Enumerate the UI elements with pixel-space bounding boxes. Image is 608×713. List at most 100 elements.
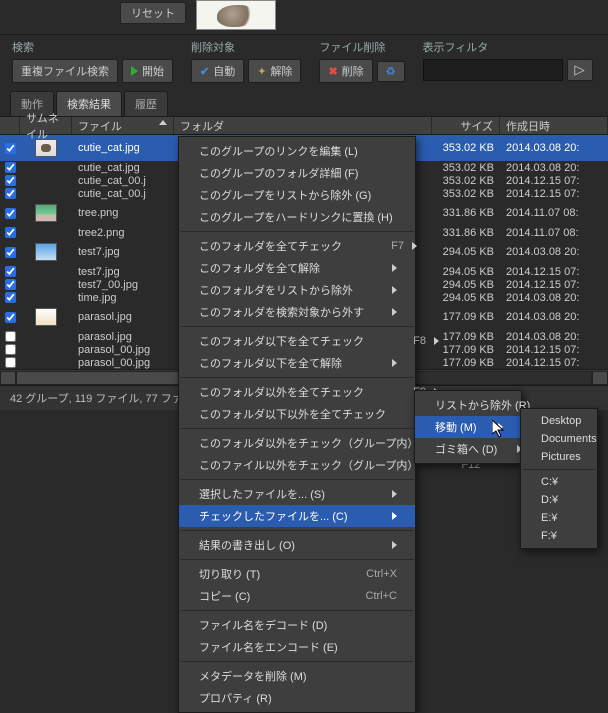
menu-item[interactable]: メタデータを削除 (M) xyxy=(179,665,415,687)
menu-item-label: このグループのリンクを編集 (L) xyxy=(199,143,358,159)
col-thumbnail[interactable]: サムネイル xyxy=(20,117,72,134)
row-size: 177.09 KB xyxy=(432,331,500,343)
row-checkbox[interactable] xyxy=(5,162,16,173)
menu-item[interactable]: F:¥ xyxy=(521,527,597,545)
dup-search-button[interactable]: 重複ファイル検索 xyxy=(12,59,118,83)
context-menu-checked-files[interactable]: リストから除外 (R)移動 (M)ゴミ箱へ (D) xyxy=(414,390,522,464)
row-size: 353.02 KB xyxy=(432,142,500,154)
menu-item[interactable]: このフォルダを検索対象から外す xyxy=(179,301,415,323)
tab-results[interactable]: 検索結果 xyxy=(56,91,122,116)
row-size: 177.09 KB xyxy=(432,311,500,323)
menu-item-label: このグループのフォルダ詳細 (F) xyxy=(199,165,358,181)
row-checkbox[interactable] xyxy=(5,292,16,303)
menu-item[interactable]: ファイル名をデコード (D) xyxy=(179,614,415,636)
scroll-right-icon[interactable] xyxy=(592,371,608,385)
col-folder[interactable]: フォルダ xyxy=(174,117,432,134)
reset-button[interactable]: リセット xyxy=(120,2,186,24)
submenu-arrow-icon xyxy=(498,423,503,431)
menu-item-label: ファイル名をデコード (D) xyxy=(199,617,327,633)
check-icon: ✔ xyxy=(200,65,209,78)
menu-item-label: リストから除外 (R) xyxy=(435,397,530,413)
start-button[interactable]: 開始 xyxy=(122,59,173,83)
context-menu-move-target[interactable]: DesktopDocumentsPictures C:¥D:¥E:¥F:¥ xyxy=(520,408,598,549)
delete-button[interactable]: ✖ 削除 xyxy=(319,59,372,83)
clear-label: 解除 xyxy=(270,63,292,79)
menu-item[interactable]: Pictures xyxy=(521,448,597,466)
row-size: 331.86 KB xyxy=(432,207,500,219)
row-checkbox[interactable] xyxy=(5,143,16,154)
menu-item[interactable]: このフォルダ以下以外を全てチェックF10 xyxy=(179,403,415,425)
filter-input[interactable] xyxy=(423,59,563,81)
menu-item[interactable]: C:¥ xyxy=(521,473,597,491)
row-checkbox[interactable] xyxy=(5,344,16,355)
menu-item-label: このフォルダを全て解除 xyxy=(199,260,320,276)
col-date[interactable]: 作成日時 xyxy=(500,117,608,134)
menu-item[interactable]: 移動 (M) xyxy=(415,416,521,438)
col-file-label: ファイル xyxy=(78,118,122,134)
menu-item[interactable]: プロパティ (R) xyxy=(179,687,415,709)
menu-item[interactable]: このフォルダ以下を全てチェックF8 xyxy=(179,330,415,352)
play-icon xyxy=(131,66,138,76)
menu-item[interactable]: このグループをハードリンクに置換 (H) xyxy=(179,206,415,228)
menu-item[interactable]: このフォルダを全て解除 xyxy=(179,257,415,279)
recycle-icon: ♻ xyxy=(386,65,396,78)
row-checkbox[interactable] xyxy=(5,279,16,290)
menu-item[interactable]: このフォルダをリストから除外 xyxy=(179,279,415,301)
menu-shortcut: Ctrl+X xyxy=(355,568,397,580)
menu-item[interactable]: Desktop xyxy=(521,412,597,430)
menu-item[interactable]: E:¥ xyxy=(521,509,597,527)
menu-item[interactable]: 選択したファイルを... (S) xyxy=(179,483,415,505)
menu-item[interactable]: Documents xyxy=(521,430,597,448)
row-filename: parasol.jpg xyxy=(72,331,174,343)
menu-item-label: このフォルダ以下を全て解除 xyxy=(199,355,342,371)
row-checkbox[interactable] xyxy=(5,175,16,186)
menu-item[interactable]: コピー (C)Ctrl+C xyxy=(179,585,415,607)
menu-item[interactable]: ゴミ箱へ (D) xyxy=(415,438,521,460)
menu-item-label: 選択したファイルを... (S) xyxy=(199,486,325,502)
menu-item[interactable]: このグループのフォルダ詳細 (F) xyxy=(179,162,415,184)
filter-label: 表示フィルタ xyxy=(423,39,602,55)
menu-item-label: プロパティ (R) xyxy=(199,690,272,706)
auto-button[interactable]: ✔ 自動 xyxy=(191,59,244,83)
clear-button[interactable]: ✦ 解除 xyxy=(248,59,301,83)
row-filename: parasol_00.jpg xyxy=(72,344,174,356)
menu-item[interactable]: このグループのリンクを編集 (L) xyxy=(179,140,415,162)
menu-item[interactable]: チェックしたファイルを... (C) xyxy=(179,505,415,527)
menu-item[interactable]: このフォルダ以下を全て解除 xyxy=(179,352,415,374)
menu-item[interactable]: リストから除外 (R) xyxy=(415,394,521,416)
tab-history[interactable]: 履歴 xyxy=(124,91,168,116)
col-size[interactable]: サイズ xyxy=(432,117,500,134)
row-checkbox[interactable] xyxy=(5,208,16,219)
row-checkbox[interactable] xyxy=(5,331,16,342)
row-checkbox[interactable] xyxy=(5,357,16,368)
row-size: 353.02 KB xyxy=(432,188,500,200)
row-checkbox[interactable] xyxy=(5,227,16,238)
recycle-button[interactable]: ♻ xyxy=(377,61,405,82)
menu-item[interactable]: このグループをリストから除外 (G) xyxy=(179,184,415,206)
menu-item[interactable]: ファイル名をエンコード (E) xyxy=(179,636,415,658)
row-checkbox[interactable] xyxy=(5,247,16,258)
row-size: 294.05 KB xyxy=(432,246,500,258)
row-date: 2014.12.15 07: xyxy=(500,344,608,356)
menu-item-label: このファイル以外をチェック（グループ内） xyxy=(199,457,418,473)
menu-item[interactable]: このフォルダ以外をチェック（グループ内）F11 xyxy=(179,432,415,454)
menu-item[interactable]: このファイル以外をチェック（グループ内）F12 xyxy=(179,454,415,476)
menu-item[interactable]: このフォルダを全てチェックF7 xyxy=(179,235,415,257)
submenu-arrow-icon xyxy=(392,490,397,498)
filter-go-button[interactable]: ▷ xyxy=(567,59,593,81)
menu-item[interactable]: このフォルダ以外を全てチェックF9 xyxy=(179,381,415,403)
col-file[interactable]: ファイル xyxy=(72,117,174,134)
row-checkbox[interactable] xyxy=(5,266,16,277)
row-date: 2014.03.08 20: xyxy=(500,331,608,343)
menu-item[interactable]: 切り取り (T)Ctrl+X xyxy=(179,563,415,585)
row-filename: parasol.jpg xyxy=(72,311,174,323)
menu-item-label: このグループをハードリンクに置換 (H) xyxy=(199,209,393,225)
menu-item-label: このフォルダ以下以外を全てチェック xyxy=(199,406,386,422)
row-checkbox[interactable] xyxy=(5,188,16,199)
row-filename: test7.jpg xyxy=(72,266,174,278)
context-menu-main[interactable]: このグループのリンクを編集 (L) このグループのフォルダ詳細 (F) このグループ… xyxy=(178,136,416,713)
scroll-left-icon[interactable] xyxy=(0,371,16,385)
menu-item[interactable]: D:¥ xyxy=(521,491,597,509)
menu-item[interactable]: 結果の書き出し (O) xyxy=(179,534,415,556)
row-checkbox[interactable] xyxy=(5,312,16,323)
